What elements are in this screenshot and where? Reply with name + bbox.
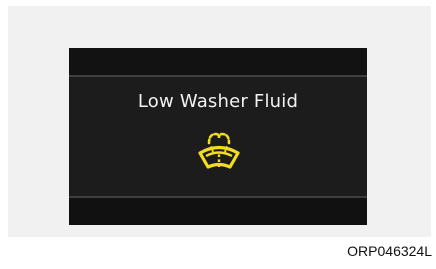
display-top-band: [69, 48, 367, 77]
instrument-cluster-display: Low Washer Fluid: [69, 48, 367, 225]
figure-code-label: ORP046324L: [347, 243, 432, 259]
warning-message: Low Washer Fluid: [137, 91, 299, 112]
display-bottom-band: [69, 196, 367, 225]
washer-fluid-warning-icon: [198, 132, 240, 169]
